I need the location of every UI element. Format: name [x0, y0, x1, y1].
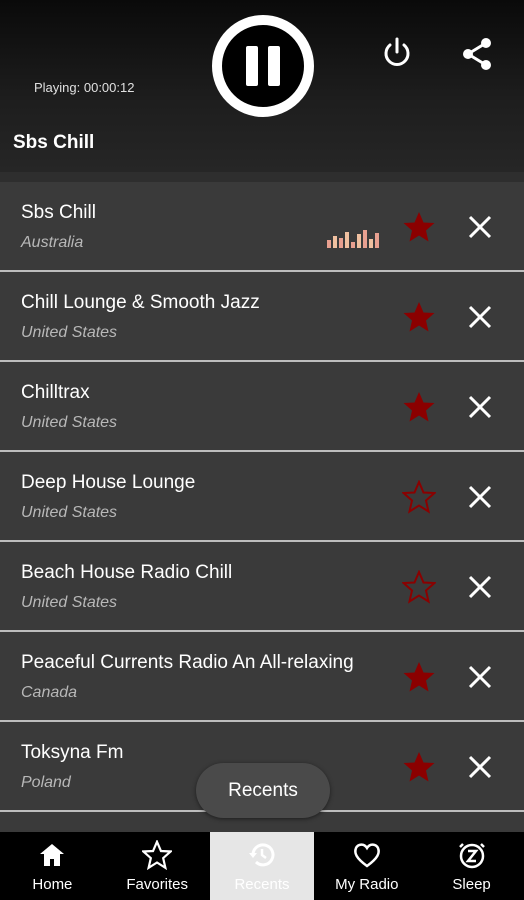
- station-row[interactable]: Deep House Lounge United States: [0, 452, 524, 542]
- station-name: Beach House Radio Chill: [21, 562, 233, 583]
- pause-icon-bar-right: [268, 46, 280, 86]
- remove-x-icon[interactable]: [466, 663, 494, 691]
- remove-x-icon[interactable]: [466, 393, 494, 421]
- player-header: Playing: 00:00:12 Sbs Chill: [0, 0, 524, 172]
- station-row[interactable]: Beach House Radio Chill United States: [0, 542, 524, 632]
- station-name: Toksyna Fm: [21, 742, 124, 763]
- nav-label: Favorites: [126, 876, 189, 893]
- pause-icon-bar-left: [246, 46, 258, 86]
- remove-x-icon[interactable]: [466, 483, 494, 511]
- playing-timer: Playing: 00:00:12: [34, 80, 135, 95]
- nav-recents[interactable]: Recents: [209, 832, 315, 900]
- star-outline-icon: [142, 840, 173, 870]
- favorite-star-filled-icon[interactable]: [402, 300, 436, 334]
- station-name: Deep House Lounge: [21, 472, 196, 493]
- share-icon[interactable]: [460, 36, 494, 72]
- remove-x-icon[interactable]: [466, 753, 494, 781]
- station-row[interactable]: Chilltrax United States: [0, 362, 524, 452]
- station-country: United States: [21, 414, 118, 431]
- bottom-navigation: Home Favorites Recents My Radio Sleep: [0, 832, 524, 900]
- recents-toast: Recents: [196, 763, 330, 818]
- nav-label: Recents: [234, 876, 290, 893]
- station-row[interactable]: Sbs Chill Australia: [0, 182, 524, 272]
- station-name: Peaceful Currents Radio An All-relaxing: [21, 652, 354, 673]
- favorite-star-filled-icon[interactable]: [402, 660, 436, 694]
- current-station-title: Sbs Chill: [13, 132, 95, 153]
- nav-home[interactable]: Home: [0, 832, 105, 900]
- station-country: Australia: [21, 234, 84, 251]
- remove-x-icon[interactable]: [466, 303, 494, 331]
- nav-label: Sleep: [452, 876, 491, 893]
- favorite-star-outline-icon[interactable]: [402, 570, 436, 604]
- favorite-star-filled-icon[interactable]: [402, 210, 436, 244]
- remove-x-icon[interactable]: [466, 573, 494, 601]
- nav-my-radio[interactable]: My Radio: [314, 832, 419, 900]
- nav-favorites[interactable]: Favorites: [105, 832, 210, 900]
- heart-icon: [353, 843, 380, 868]
- station-country: United States: [21, 504, 118, 521]
- favorite-star-outline-icon[interactable]: [402, 480, 436, 514]
- station-name: Chill Lounge & Smooth Jazz: [21, 292, 260, 313]
- favorite-star-filled-icon[interactable]: [402, 750, 436, 784]
- equalizer-icon: [327, 230, 381, 248]
- power-icon[interactable]: [380, 36, 414, 70]
- history-icon: [248, 843, 275, 867]
- sleep-timer-icon: [458, 843, 485, 869]
- station-country: United States: [21, 594, 118, 611]
- station-country: Canada: [21, 684, 78, 701]
- station-name: Sbs Chill: [21, 202, 96, 223]
- station-row[interactable]: Peaceful Currents Radio An All-relaxing …: [0, 632, 524, 722]
- favorite-star-filled-icon[interactable]: [402, 390, 436, 424]
- nav-label: Home: [32, 876, 73, 893]
- remove-x-icon[interactable]: [466, 213, 494, 241]
- station-country: Poland: [21, 774, 71, 791]
- home-icon: [40, 844, 65, 866]
- station-row[interactable]: Chill Lounge & Smooth Jazz United States: [0, 272, 524, 362]
- nav-sleep[interactable]: Sleep: [419, 832, 524, 900]
- nav-label: My Radio: [335, 876, 399, 893]
- station-country: United States: [21, 324, 118, 341]
- station-name: Chilltrax: [21, 382, 90, 403]
- pause-button[interactable]: [212, 15, 314, 117]
- recents-list: Sbs Chill Australia Chill Lounge & Smoot…: [0, 182, 524, 812]
